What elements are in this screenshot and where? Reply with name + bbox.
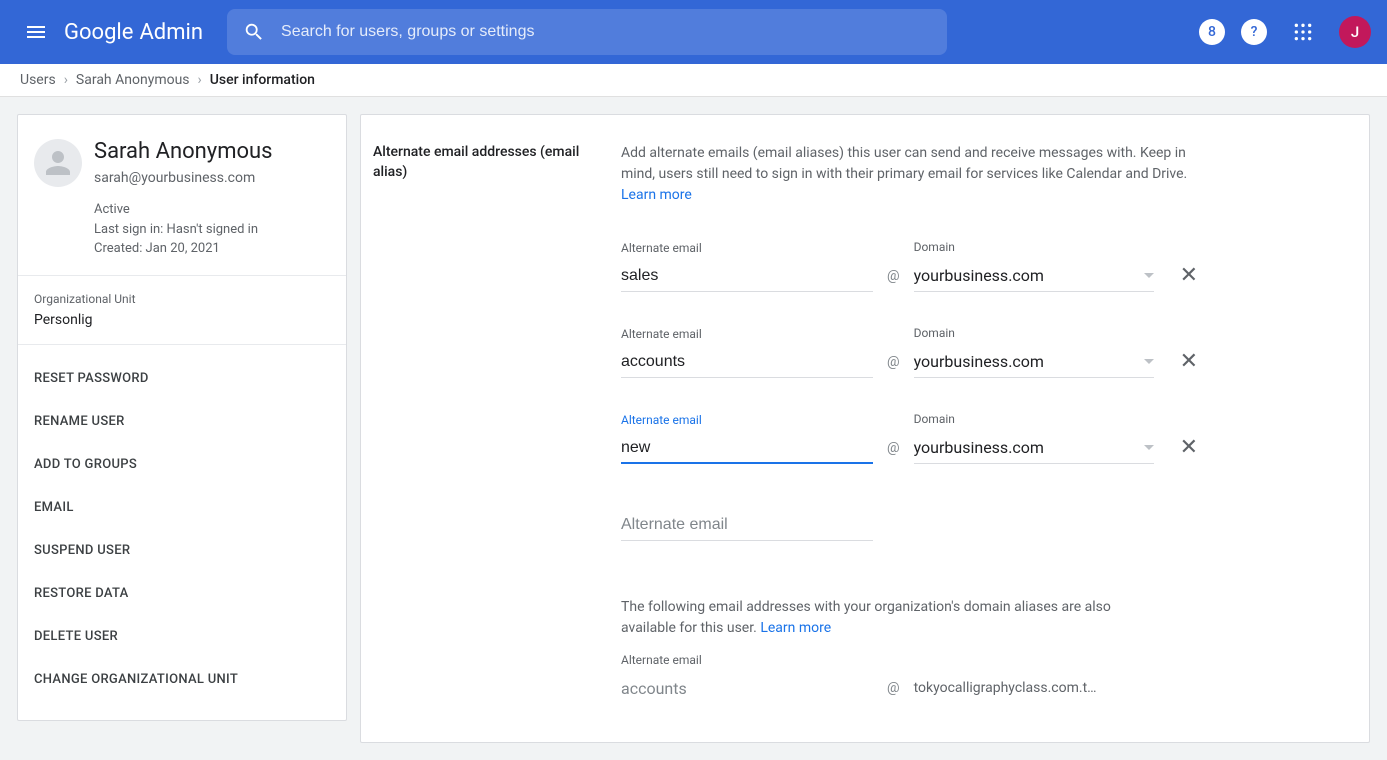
user-email: sarah@yourbusiness.com (94, 170, 273, 186)
alt-email-input[interactable] (621, 349, 873, 378)
action-delete-user[interactable]: DELETE USER (18, 615, 346, 658)
user-avatar-icon (34, 139, 82, 187)
domain-value: yourbusiness.com (914, 352, 1044, 371)
help-button[interactable]: ? (1241, 19, 1267, 45)
breadcrumb-user[interactable]: Sarah Anonymous (76, 72, 190, 88)
main-menu-button[interactable] (16, 12, 56, 52)
section-title: Alternate email addresses (email alias) (373, 143, 621, 742)
breadcrumb-current: User information (210, 72, 315, 88)
domain-label: Domain (914, 412, 1154, 426)
domain-value: yourbusiness.com (914, 266, 1044, 285)
user-actions: RESET PASSWORD RENAME USER ADD TO GROUPS… (18, 345, 346, 713)
logo-google-text: Google (64, 20, 133, 45)
domain-label: Domain (914, 326, 1154, 340)
user-created: Created: Jan 20, 2021 (94, 239, 273, 259)
domain-select[interactable]: yourbusiness.com (914, 348, 1154, 378)
action-reset-password[interactable]: RESET PASSWORD (18, 357, 346, 400)
remove-alias-button[interactable]: ✕ (1168, 435, 1198, 464)
alias-row: Alternate email @ Domain yourbusiness.co… (621, 326, 1345, 378)
content: Sarah Anonymous sarah@yourbusiness.com A… (0, 97, 1387, 760)
chevron-right-icon: › (64, 72, 68, 88)
search-icon (243, 21, 265, 43)
alt-email-label: Alternate email (621, 653, 873, 667)
domain-select[interactable]: yourbusiness.com (914, 434, 1154, 464)
action-change-org-unit[interactable]: CHANGE ORGANIZATIONAL UNIT (18, 658, 346, 701)
description-text: Add alternate emails (email aliases) thi… (621, 145, 1187, 182)
readonly-email: accounts (621, 675, 873, 704)
alt-email-label: Alternate email (621, 413, 873, 427)
apps-launcher-icon[interactable] (1283, 12, 1323, 52)
at-sign: @ (887, 680, 900, 704)
alias-row: Alternate email @ Domain yourbusiness.co… (621, 240, 1345, 292)
alt-email-input[interactable] (621, 435, 873, 464)
user-last-signin: Last sign in: Hasn't signed in (94, 220, 273, 240)
alt-email-input-empty[interactable] (621, 512, 873, 541)
breadcrumb-users[interactable]: Users (20, 72, 56, 88)
org-unit-section: Organizational Unit Personlig (18, 276, 346, 345)
action-email[interactable]: EMAIL (18, 486, 346, 529)
main-panel: Alternate email addresses (email alias) … (360, 114, 1370, 743)
action-add-to-groups[interactable]: ADD TO GROUPS (18, 443, 346, 486)
remove-alias-button[interactable]: ✕ (1168, 263, 1198, 292)
dropdown-icon (1144, 359, 1154, 364)
app-header: Google Admin 8 ? J (0, 0, 1387, 64)
account-avatar[interactable]: J (1339, 16, 1371, 48)
user-header: Sarah Anonymous sarah@yourbusiness.com A… (18, 115, 346, 276)
org-unit-value: Personlig (34, 312, 330, 328)
alias-row: Alternate email @ Domain yourbusiness.co… (621, 412, 1345, 464)
logo[interactable]: Google Admin (64, 20, 203, 45)
user-sidebar: Sarah Anonymous sarah@yourbusiness.com A… (17, 114, 347, 721)
action-rename-user[interactable]: RENAME USER (18, 400, 346, 443)
section-description: Add alternate emails (email aliases) thi… (621, 143, 1191, 206)
notifications-badge[interactable]: 8 (1199, 19, 1225, 45)
action-suspend-user[interactable]: SUSPEND USER (18, 529, 346, 572)
section-body: Add alternate emails (email aliases) thi… (621, 143, 1345, 742)
note-learn-more-link[interactable]: Learn more (760, 620, 831, 636)
note-text: The following email addresses with your … (621, 599, 1111, 636)
at-sign: @ (887, 440, 900, 464)
alt-email-label: Alternate email (621, 241, 873, 255)
logo-admin-text: Admin (139, 20, 203, 45)
readonly-domain: tokyocalligraphyclass.com.t… (914, 680, 1097, 704)
search-bar[interactable] (227, 9, 947, 55)
domain-label: Domain (914, 240, 1154, 254)
action-restore-data[interactable]: RESTORE DATA (18, 572, 346, 615)
chevron-right-icon: › (198, 72, 202, 88)
user-name: Sarah Anonymous (94, 139, 273, 164)
domain-select[interactable]: yourbusiness.com (914, 262, 1154, 292)
search-input[interactable] (281, 23, 931, 41)
domain-alias-note: The following email addresses with your … (621, 597, 1141, 639)
at-sign: @ (887, 354, 900, 378)
user-status: Active (94, 200, 273, 220)
dropdown-icon (1144, 273, 1154, 278)
org-unit-label: Organizational Unit (34, 292, 330, 306)
alt-email-input[interactable] (621, 263, 873, 292)
readonly-alias-row: Alternate email accounts @ tokyocalligra… (621, 653, 1345, 704)
alt-email-label: Alternate email (621, 327, 873, 341)
dropdown-icon (1144, 445, 1154, 450)
breadcrumb: Users › Sarah Anonymous › User informati… (0, 64, 1387, 97)
header-icons: 8 ? J (1199, 12, 1371, 52)
domain-value: yourbusiness.com (914, 438, 1044, 457)
alias-row-empty (621, 512, 1345, 541)
remove-alias-button[interactable]: ✕ (1168, 349, 1198, 378)
at-sign: @ (887, 268, 900, 292)
learn-more-link[interactable]: Learn more (621, 187, 692, 203)
